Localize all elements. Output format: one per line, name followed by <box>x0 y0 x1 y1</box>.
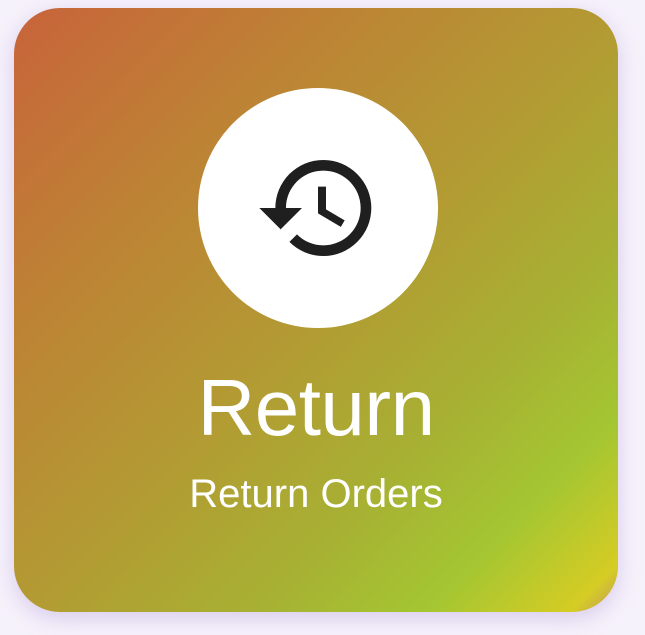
history-icon <box>259 160 372 257</box>
page: Return Return Orders <box>0 0 645 635</box>
card-subtitle: Return Orders <box>189 472 443 516</box>
card-title: Return <box>197 363 435 452</box>
return-card[interactable]: Return Return Orders <box>14 8 618 612</box>
icon-badge <box>198 88 438 328</box>
